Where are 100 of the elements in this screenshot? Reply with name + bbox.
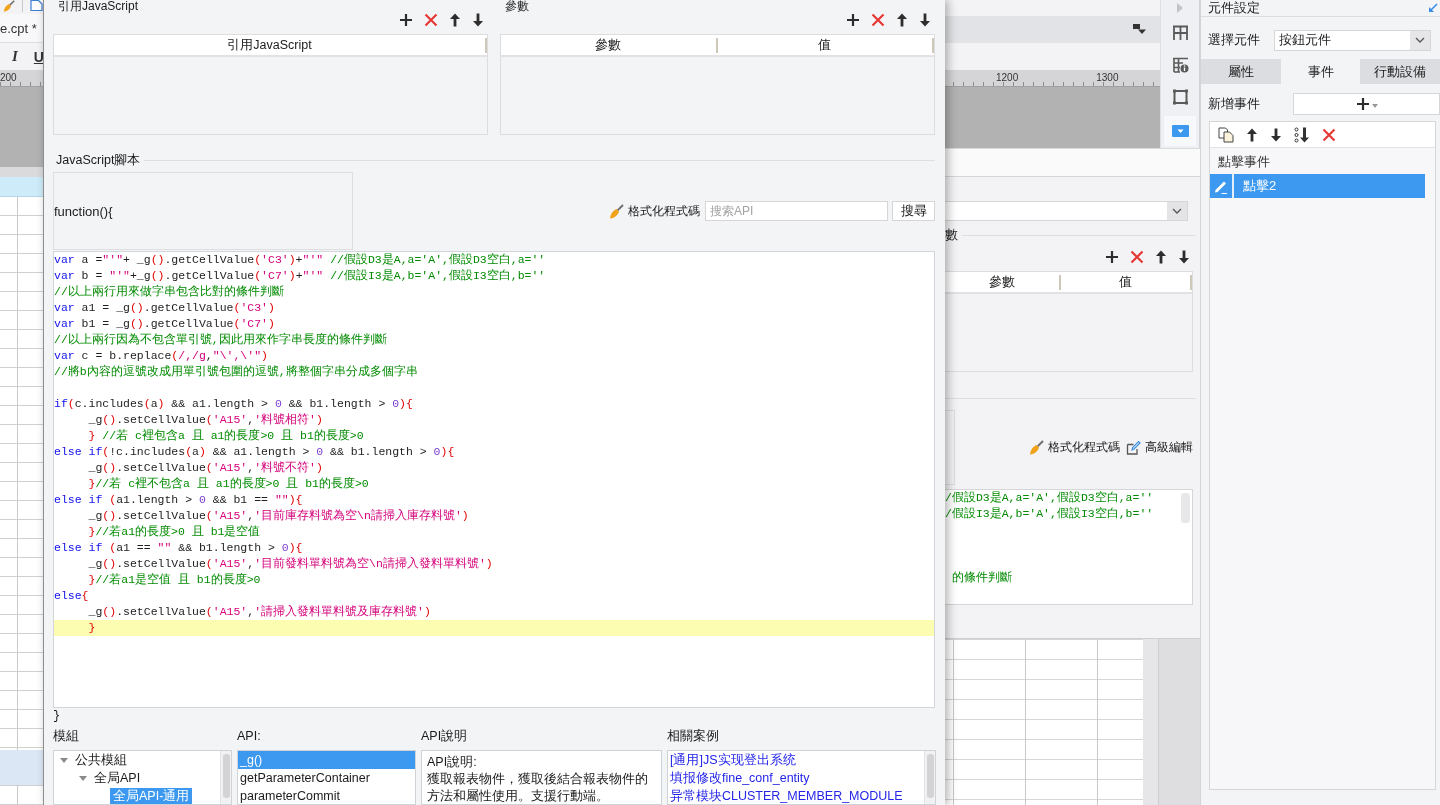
code-line: _g().setCellValue('A15','請掃入發料單料號及庫存料號') <box>87 604 431 620</box>
code-line: var c = b.replace(/,/g,"\',\'") <box>54 348 268 364</box>
code-line: 的條件判斷 <box>952 570 1012 586</box>
plus-icon[interactable] <box>399 13 413 27</box>
ruler-label: 1300 <box>1096 72 1119 83</box>
code-editor[interactable] <box>53 251 935 708</box>
column-header: 值 <box>1061 275 1192 290</box>
code-line: } //若 c裡包含a 且 a1的長度>0 且 b1的長度>0 <box>87 428 364 444</box>
move-to-bottom-icon[interactable] <box>1294 126 1310 143</box>
code-line: /假設I3是A,b='A',假設I3空白,b='' <box>945 506 1154 522</box>
chevron-down-icon <box>1415 37 1425 43</box>
arrow-up-icon[interactable] <box>1246 127 1258 142</box>
panel-label: API說明 <box>421 727 468 745</box>
plus-icon <box>1355 97 1370 111</box>
search-field[interactable]: 搜索API <box>705 201 888 221</box>
section-title: JavaScript腳本 <box>56 151 141 169</box>
code-line: if(c.includes(a) && a1.length > 0 && b1.length > 0){ <box>54 396 413 412</box>
table-info-icon[interactable] <box>1171 57 1189 73</box>
copy-icon[interactable] <box>1218 126 1234 143</box>
module-tree-item[interactable]: 全局API <box>91 769 144 787</box>
example-link[interactable]: 填报修改fine_conf_entity <box>670 769 810 787</box>
document-icon[interactable] <box>30 0 43 11</box>
table-icon[interactable] <box>1171 25 1189 41</box>
arrow-down-icon[interactable] <box>472 13 484 27</box>
caret-down-icon[interactable] <box>60 756 68 764</box>
dropdown-field[interactable] <box>945 201 1188 221</box>
arrow-up-icon[interactable] <box>449 13 461 27</box>
code-line: _g().setCellValue('A15','目前發料單料號為空\n請掃入發料單料號') <box>87 556 493 572</box>
column-header: 參數 <box>945 275 1061 290</box>
code-line: }//若 c裡不包含a 且 a1的長度>0 且 b1的長度>0 <box>87 476 369 492</box>
dropdown-button[interactable] <box>1164 116 1196 146</box>
scrollbar[interactable] <box>220 751 231 804</box>
arrow-down-icon[interactable] <box>919 13 931 27</box>
arrow-icon[interactable] <box>1428 3 1438 13</box>
broom-icon[interactable] <box>2 0 16 12</box>
frame-icon[interactable] <box>1171 89 1189 105</box>
code-line: /假設D3是A,a='A',假設D3空白,a='' <box>945 490 1154 506</box>
code-text: } <box>53 708 61 724</box>
caret-down-icon <box>1371 103 1378 108</box>
arrow-down-icon[interactable] <box>1178 250 1190 264</box>
tab[interactable]: 屬性 <box>1201 59 1281 84</box>
caret-down-icon[interactable] <box>79 774 87 782</box>
code-line: var b = "'"+_g().getCellValue('C7')+"'" //假設I3是A,b='A',假設I3空白,b='' <box>54 268 546 284</box>
panel-title: 元件設定 <box>1208 1 1260 15</box>
tab[interactable]: 行動設備 <box>1360 59 1440 84</box>
code-editor[interactable]: /假設D3是A,a='A',假設D3空白,a='' /假設I3是A,b='A',假設I3空白,b='' 的條件判斷 <box>945 489 1193 605</box>
code-line: _g().setCellValue('A15','目前庫存料號為空\n請掃入庫存料號') <box>87 508 469 524</box>
module-tree-item[interactable]: 公共模組 <box>72 751 130 769</box>
delete-icon[interactable] <box>1322 127 1336 142</box>
group-title: 參數 <box>505 0 529 12</box>
code-line: var b1 = _g().getCellValue('C7') <box>54 316 275 332</box>
code-line: }//若a1的長度>0 且 b1是空值 <box>87 524 261 540</box>
code-line: else if (a1.length > 0 && b1 == ""){ <box>54 492 303 508</box>
ruler-label: 1200 <box>996 72 1019 83</box>
arrow-up-icon[interactable] <box>1155 250 1167 264</box>
code-line: else if (a1 == "" && b1.length > 0){ <box>54 540 303 556</box>
code-line: var a1 = _g().getCellValue('C3') <box>54 300 275 316</box>
format-code-button[interactable]: 格式化程式碼 <box>609 202 700 220</box>
column-header: 值 <box>717 38 934 53</box>
underline-button[interactable]: U <box>33 48 43 65</box>
format-code-button[interactable]: 格式化程式碼 <box>1029 439 1120 456</box>
code-text: function(){ <box>54 203 113 219</box>
code-line: //將b內容的逗號改成用單引號包圍的逗號,將整個字串分成多個字串 <box>54 364 418 380</box>
field-label: 選擇元件 <box>1208 31 1260 49</box>
arrow-up-icon[interactable] <box>896 13 908 27</box>
delete-icon[interactable] <box>1130 250 1144 264</box>
code-line: _g().setCellValue('A15','料號相符') <box>87 412 323 428</box>
function-item[interactable]: parameterCommit <box>238 787 344 804</box>
arrow-down-icon[interactable] <box>1270 127 1282 142</box>
list-group-label: 點擊事件 <box>1218 154 1270 171</box>
code-line: //以上兩行用來做字串包含比對的條件判斷 <box>54 284 284 300</box>
code-line: _g().setCellValue('A15','料號不符') <box>87 460 323 476</box>
scrollbar[interactable] <box>924 751 935 804</box>
column-header: 參數 <box>501 38 718 53</box>
group-title: 引用JavaScript <box>58 0 139 12</box>
example-link[interactable]: 异常模块CLUSTER_MEMBER_MODULE <box>670 787 903 804</box>
component-select[interactable]: 按鈕元件 <box>1274 29 1431 51</box>
panel-label: 相關案例 <box>667 727 719 745</box>
search-button[interactable]: 搜尋 <box>892 201 935 221</box>
example-link[interactable]: [通用]JS实现登出系统 <box>670 751 796 769</box>
panel-label: API: <box>237 729 261 743</box>
code-line: //以上兩行因為不包含單引號,因此用來作字串長度的條件判斷 <box>54 332 387 348</box>
delete-icon[interactable] <box>871 13 885 27</box>
code-line: else{ <box>54 588 89 604</box>
description-heading: API說明: <box>427 754 477 771</box>
function-item[interactable]: getParameterContainer <box>238 769 373 787</box>
edit-icon <box>1126 440 1141 455</box>
delete-icon[interactable] <box>424 13 438 27</box>
italic-button[interactable]: I <box>10 48 20 65</box>
dropdown-icon <box>1171 125 1189 137</box>
dropdown-icon[interactable] <box>1133 24 1147 35</box>
panel-label: 模組 <box>53 727 79 745</box>
plus-icon[interactable] <box>846 13 860 27</box>
advanced-edit-button[interactable]: 高級編輯 <box>1126 439 1193 456</box>
column-header-row <box>0 177 43 197</box>
code-line: else if(!c.includes(a) && a1.length > 0 && b1.length > 0){ <box>54 444 455 460</box>
broom-icon <box>609 203 624 219</box>
column-header: 引用JavaScript <box>54 38 487 53</box>
plus-icon[interactable] <box>1105 250 1119 264</box>
field-label: 新增事件 <box>1208 95 1260 113</box>
